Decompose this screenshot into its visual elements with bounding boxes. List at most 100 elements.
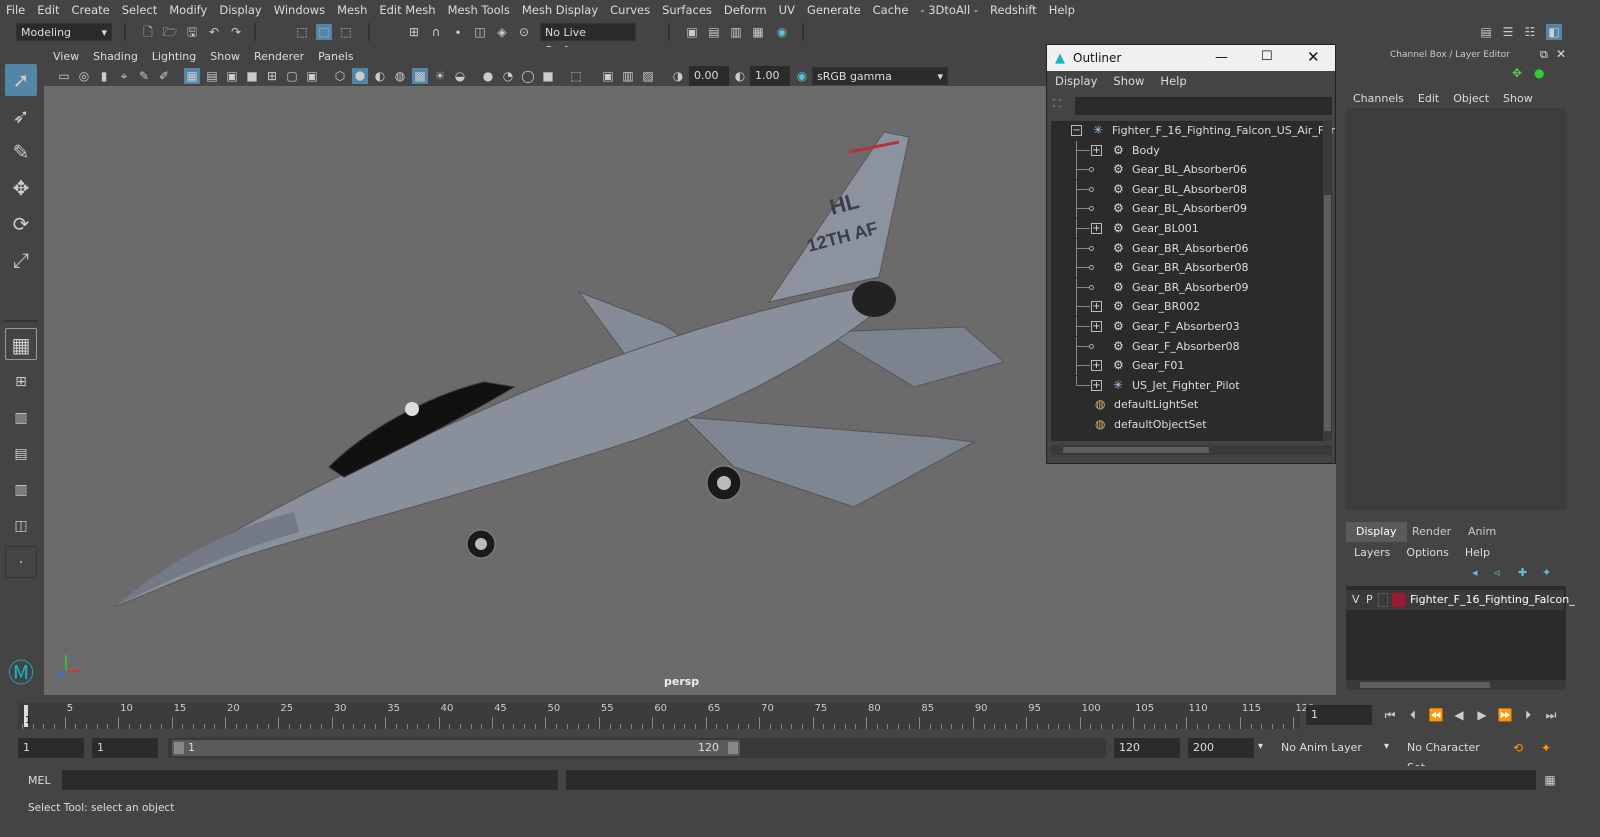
multisample-icon[interactable]: ◯ (520, 68, 536, 84)
outliner-persp-icon[interactable]: ◫ (5, 510, 37, 542)
step-back-key-icon[interactable]: ⏪ (1428, 707, 1444, 723)
paint-select-icon[interactable]: ✎ (5, 136, 37, 168)
move-icon[interactable]: ✥ (1512, 66, 1522, 80)
xray-icon[interactable]: ▣ (600, 68, 616, 84)
safe-title-icon[interactable]: ▣ (304, 68, 320, 84)
four-view-icon[interactable]: ⊞ (5, 366, 37, 398)
menu-create[interactable]: Create (66, 0, 116, 20)
outliner-item[interactable]: ⚙ Gear_BR_Absorber08 (1051, 258, 1323, 278)
save-scene-icon[interactable]: 🖫 (184, 24, 200, 40)
layer-menu-layers[interactable]: Layers (1346, 546, 1398, 559)
channel-menu-show[interactable]: Show (1496, 92, 1540, 105)
chevron-down-icon[interactable]: ▾ (1384, 741, 1389, 752)
close-panel-icon[interactable]: ✕ (1556, 47, 1566, 61)
camera-icon[interactable]: ▭ (56, 68, 72, 84)
menu-help[interactable]: Help (1043, 0, 1081, 20)
anim-layer-dropdown[interactable]: No Anim Layer (1276, 738, 1372, 758)
scale-tool-icon[interactable]: ⤢ (5, 244, 37, 276)
xray-joints-icon[interactable]: ▥ (620, 68, 636, 84)
lights-icon[interactable]: ☀ (432, 68, 448, 84)
snap-live-icon[interactable]: ⊙ (516, 24, 532, 40)
exposure-icon[interactable]: ◑ (670, 68, 686, 84)
go-to-start-icon[interactable]: ⏮ (1382, 707, 1398, 723)
snap-grid-icon[interactable]: ⊞ (406, 24, 422, 40)
new-scene-icon[interactable]: 🗋 (140, 24, 156, 40)
scroll-thumb[interactable] (1063, 447, 1209, 453)
layer-menu-help[interactable]: Help (1457, 546, 1498, 559)
gate-mask-icon[interactable]: ■ (244, 68, 260, 84)
status-icon[interactable]: ● (1534, 66, 1544, 80)
outliner-item[interactable]: + ⚙ Body (1051, 140, 1323, 160)
ambient-occlusion-icon[interactable]: ● (480, 68, 496, 84)
scroll-thumb[interactable] (1324, 195, 1331, 431)
gamma-field[interactable]: 1.00 (750, 66, 790, 86)
snap-surface-icon[interactable]: ◈ (494, 24, 510, 40)
end-time-field[interactable]: 200 (1188, 738, 1254, 758)
outliner-list[interactable]: − ✳ Fighter_F_16_Fighting_Falcon_US_Air_Fo… (1051, 121, 1335, 441)
play-forward-icon[interactable]: ▶ (1474, 707, 1490, 723)
outliner-item[interactable]: + ⚙ Gear_F_Absorber03 (1051, 317, 1323, 336)
gamma-icon[interactable]: ◐ (732, 68, 748, 84)
layer-menu-options[interactable]: Options (1398, 546, 1456, 559)
outliner-item[interactable]: ⚙ Gear_BL_Absorber09 (1051, 199, 1323, 219)
ipr-render-icon[interactable]: ▥ (728, 24, 744, 40)
menu-uv[interactable]: UV (773, 0, 801, 20)
viewport-menu-lighting[interactable]: Lighting (145, 50, 203, 63)
viewport-menu-view[interactable]: View (44, 50, 86, 63)
more-layouts-icon[interactable]: · (5, 546, 37, 578)
channel-menu-edit[interactable]: Edit (1411, 92, 1446, 105)
layer-color-swatch[interactable] (1392, 593, 1406, 607)
script-editor-icon[interactable]: ▦ (1542, 772, 1558, 788)
command-language-label[interactable]: MEL (28, 774, 51, 787)
maximize-icon[interactable]: ☐ (1261, 49, 1273, 64)
start-time-field[interactable]: 1 (18, 738, 84, 758)
expand-icon[interactable]: + (1091, 144, 1102, 156)
textured-icon[interactable]: ▩ (412, 68, 428, 84)
modeling-toolkit-icon[interactable]: ▤ (1478, 24, 1494, 40)
time-ruler[interactable]: 5 10 15 20 25 30 35 40 45 50 55 60 65 70 75 80 85 90 95 100… (18, 703, 1314, 729)
exposure-field[interactable]: 0.00 (689, 66, 729, 86)
filter-icon[interactable]: ⛶ (1053, 97, 1071, 115)
tool-settings-icon[interactable]: ☷ (1522, 24, 1538, 40)
tab-display[interactable]: Display (1346, 522, 1407, 542)
range-start-grip[interactable] (174, 742, 184, 754)
chevron-down-icon[interactable]: ▾ (1258, 741, 1263, 752)
current-frame-field[interactable]: 1 (1306, 705, 1372, 725)
outliner-item[interactable]: − ✳ Fighter_F_16_Fighting_Falcon_US_Air_Fo… (1051, 121, 1335, 140)
layer-row[interactable]: V P Fighter_F_16_Fighting_Falcon_ (1346, 590, 1575, 610)
menu-surfaces[interactable]: Surfaces (656, 0, 718, 20)
expand-icon[interactable]: + (1091, 223, 1102, 234)
new-layer-selected-icon[interactable]: ✦ (1542, 566, 1551, 579)
select-component-icon[interactable]: ⬚ (338, 24, 354, 40)
close-icon[interactable]: ✕ (1307, 48, 1320, 66)
tab-anim[interactable]: Anim (1458, 522, 1506, 542)
outliner-menu-show[interactable]: Show (1105, 74, 1152, 88)
menu-windows[interactable]: Windows (268, 0, 331, 20)
collapse-icon[interactable]: − (1071, 125, 1082, 136)
channel-menu-object[interactable]: Object (1446, 92, 1496, 105)
snap-view-icon[interactable]: ◫ (472, 24, 488, 40)
outliner-item[interactable]: ◍ defaultObjectSet (1051, 415, 1323, 434)
outliner-vscroll[interactable] (1323, 121, 1332, 441)
viewport-menu-show[interactable]: Show (203, 50, 247, 63)
layer-reference[interactable] (1378, 593, 1388, 607)
outliner-menu-help[interactable]: Help (1152, 74, 1194, 88)
minimize-icon[interactable]: — (1215, 50, 1228, 65)
menu-redshift[interactable]: Redshift (984, 0, 1043, 20)
wireframe-icon[interactable]: ⬡ (332, 68, 348, 84)
menu-display[interactable]: Display (213, 0, 267, 20)
outliner-hscroll[interactable] (1051, 445, 1332, 455)
move-layer-down-icon[interactable]: ◃ (1494, 566, 1500, 579)
color-space-dropdown[interactable]: sRGB gamma ▾ (812, 67, 948, 85)
outliner-item[interactable]: ⚙ Gear_BL_Absorber08 (1051, 179, 1323, 199)
outliner-search-input[interactable] (1075, 97, 1332, 115)
layer-hscroll[interactable] (1346, 680, 1566, 690)
go-to-end-icon[interactable]: ⏭ (1543, 707, 1559, 723)
layer-visibility[interactable]: V (1352, 593, 1360, 606)
color-management-icon[interactable]: ◉ (794, 68, 810, 84)
menu-mesh[interactable]: Mesh (331, 0, 373, 20)
rotate-tool-icon[interactable]: ⟳ (5, 208, 37, 240)
camera-attrs-icon[interactable]: ◎ (76, 68, 92, 84)
grid-icon[interactable]: ▦ (184, 68, 200, 84)
smooth-shade-icon[interactable]: ⬢ (352, 68, 368, 84)
